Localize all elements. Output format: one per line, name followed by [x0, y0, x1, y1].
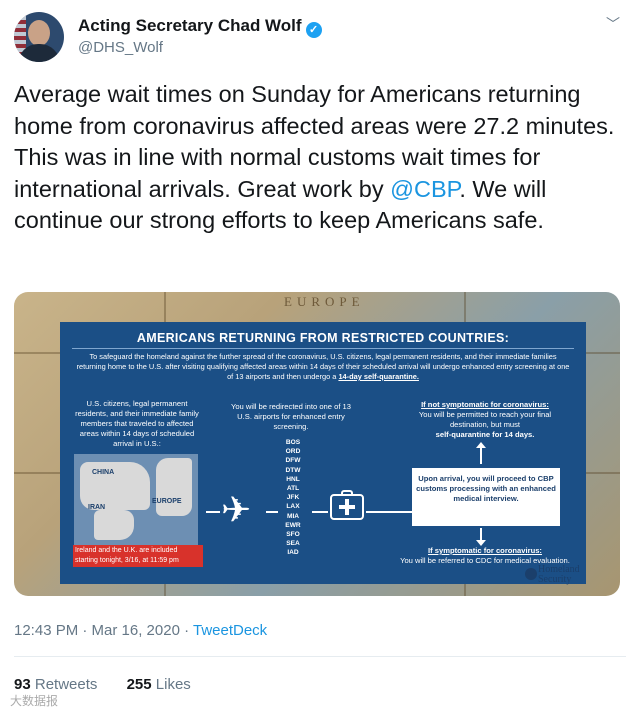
symptomatic-heading: If symptomatic for coronavirus: [428, 546, 542, 555]
map-land-europe [156, 458, 192, 516]
flow-arrow-line [312, 511, 328, 513]
quarantine-instruction: self-quarantine for 14 days. [435, 430, 535, 439]
map-land-asia [80, 462, 150, 510]
medical-kit-handle [341, 490, 353, 495]
map-label-china: CHINA [92, 469, 115, 476]
avatar[interactable] [14, 12, 64, 62]
dhs-seal-icon [525, 568, 537, 580]
infographic-panel: AMERICANS RETURNING FROM RESTRICTED COUN… [60, 322, 586, 584]
medical-cross-icon [339, 499, 355, 515]
flow-arrow-line [366, 511, 412, 513]
source-link[interactable]: TweetDeck [193, 622, 267, 639]
retweets-label: Retweets [34, 676, 98, 693]
airport-code: SEA [286, 540, 300, 548]
symptomatic-block: If symptomatic for coronavirus: You will… [400, 546, 570, 566]
tweet-media-image[interactable]: EUROPE AMERICANS RETURNING FROM RESTRICT… [14, 292, 620, 596]
likes-label: Likes [155, 676, 191, 693]
airport-code: ORD [285, 448, 301, 456]
verified-badge-icon: ✓ [305, 22, 322, 38]
infographic-title: AMERICANS RETURNING FROM RESTRICTED COUN… [136, 331, 510, 345]
travelers-description: U.S. citizens, legal permanent residents… [75, 399, 199, 448]
airport-code: SFO [286, 531, 300, 539]
not-symptomatic-heading: If not symptomatic for coronavirus: [421, 400, 549, 409]
avatar-face [28, 20, 50, 46]
likes-count: 255 [126, 676, 152, 693]
chevron-down-icon[interactable]: ﹀ [606, 14, 620, 34]
airplane-icon: ✈ [221, 489, 252, 530]
tweet-text: Average wait times on Sunday for America… [14, 79, 624, 237]
airport-code: HNL [286, 475, 300, 483]
author-handle[interactable]: @DHS_Wolf [78, 39, 163, 56]
mention-link[interactable]: @CBP [390, 176, 459, 202]
map-label-iran: IRAN [88, 504, 106, 511]
airport-code: ATL [286, 485, 300, 493]
airport-code: DFW [285, 457, 301, 465]
flow-arrow-line [266, 511, 278, 513]
map-europe-label: EUROPE [284, 294, 365, 309]
airport-code: EWR [285, 521, 301, 529]
arrow-up-icon [476, 442, 486, 464]
flow-arrow-line [206, 511, 220, 513]
medical-kit-icon [330, 490, 364, 520]
arrow-down-icon [476, 528, 486, 546]
airport-code: MIA [286, 512, 300, 520]
airport-code: DTW [285, 466, 301, 474]
homeland-security-logo: Homeland Security [538, 564, 580, 585]
divider [14, 656, 626, 657]
airport-list: BOS ORD DFW DTW HNL ATL JFK LAX MIA EWR … [278, 438, 308, 558]
author-name[interactable]: Acting Secretary Chad Wolf ✓ [78, 16, 322, 38]
airport-code: IAD [287, 549, 299, 557]
likes-stat[interactable]: 255 Likes [127, 676, 191, 693]
retweets-count: 93 [14, 676, 31, 693]
uk-ireland-notice: Ireland and the U.K. are included starti… [73, 545, 203, 567]
author-name-text[interactable]: Acting Secretary Chad Wolf [78, 16, 302, 35]
infographic-intro: To safeguard the homeland against the fu… [74, 352, 572, 382]
map-label-europe: EUROPE [152, 498, 182, 505]
not-symptomatic-block: If not symptomatic for coronavirus: You … [400, 400, 570, 440]
intro-text: To safeguard the homeland against the fu… [76, 352, 570, 381]
not-symptomatic-text: You will be permitted to reach your fina… [418, 410, 552, 429]
watermark: 大数据报 [10, 694, 59, 708]
airport-code: JFK [286, 494, 300, 502]
affected-areas-map: CHINA IRAN EUROPE [74, 454, 198, 546]
airport-code: BOS [285, 439, 301, 446]
title-divider [72, 348, 574, 349]
tweet-timestamp: 12:43 PM · Mar 16, 2020 · TweetDeck [14, 622, 267, 639]
airport-code: LAX [286, 503, 300, 511]
tweet-stats: 93 Retweets 255 Likes [14, 676, 191, 693]
timestamp-text[interactable]: 12:43 PM · Mar 16, 2020 · [14, 622, 193, 639]
arrival-processing-box: Upon arrival, you will proceed to CBP cu… [412, 468, 560, 526]
map-land-middle-east [94, 510, 134, 540]
intro-emphasis: 14-day self-quarantine. [338, 372, 419, 381]
retweets-stat[interactable]: 93 Retweets [14, 676, 97, 693]
redirect-description: You will be redirected into one of 13 U.… [230, 402, 352, 431]
